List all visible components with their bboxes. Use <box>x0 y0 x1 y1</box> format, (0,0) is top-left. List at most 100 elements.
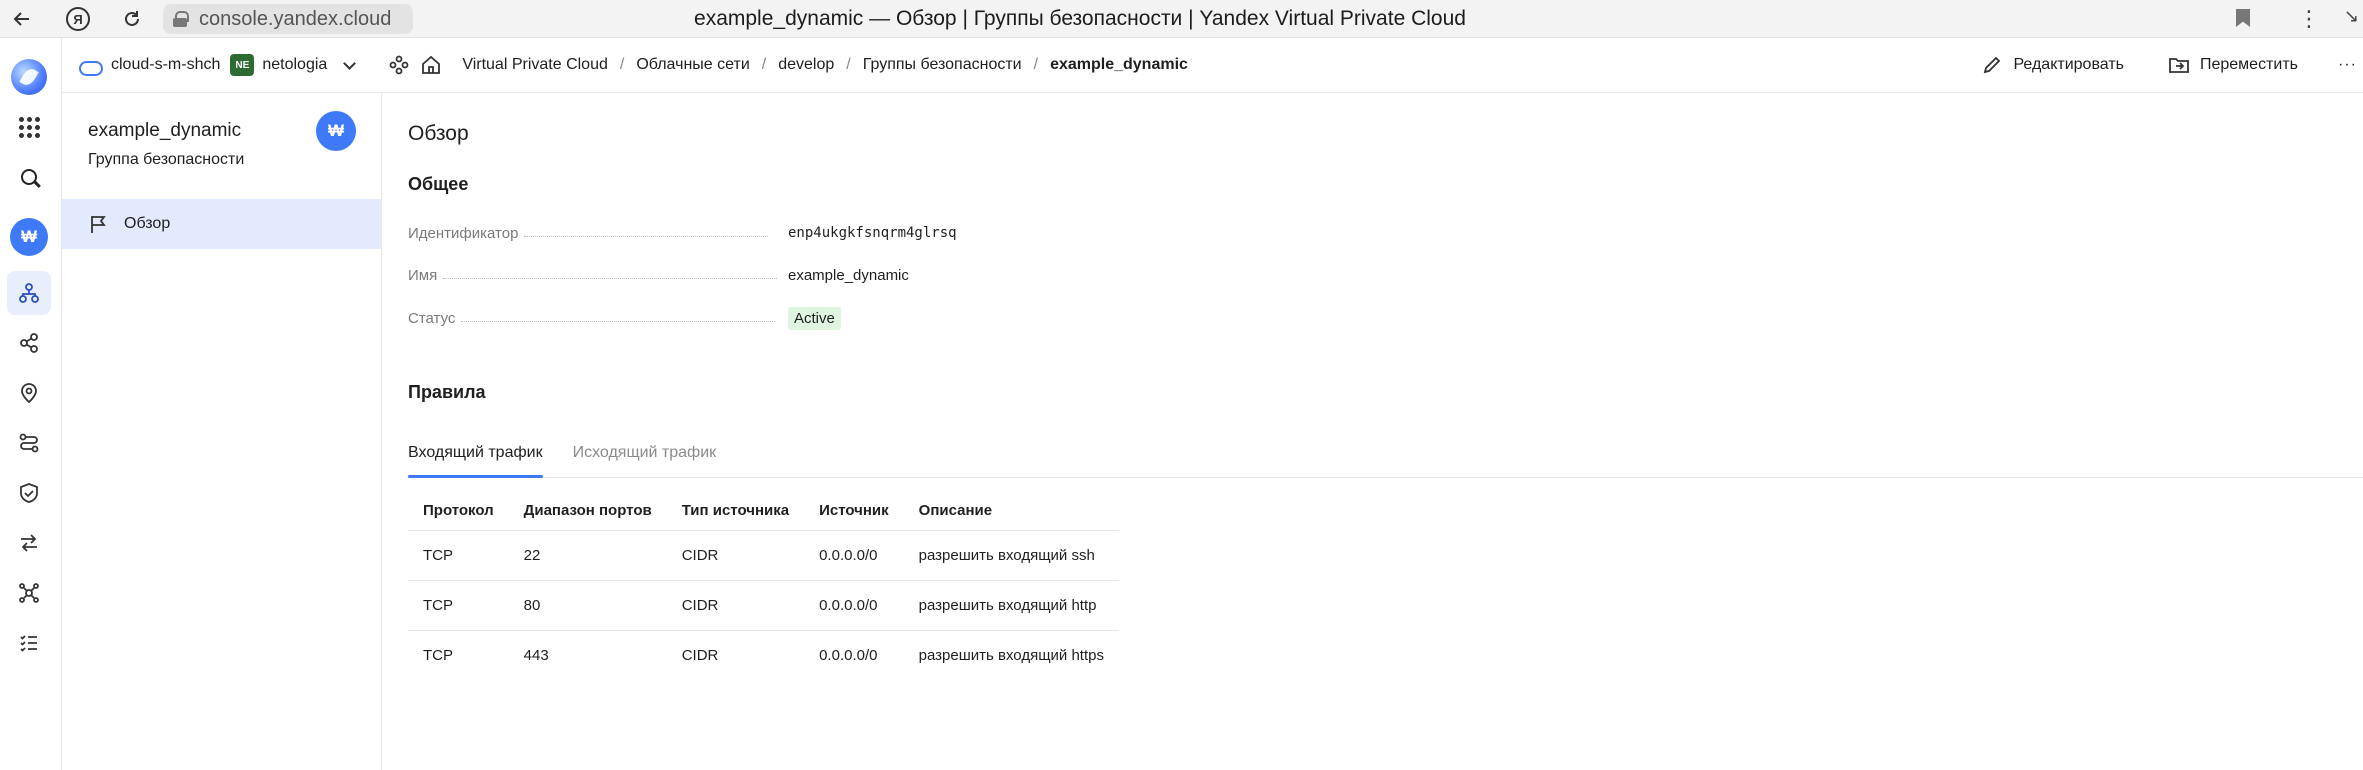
section-general-title: Общее <box>408 174 469 194</box>
field-name: Имя example_dynamic <box>408 263 1008 287</box>
bookmark-icon[interactable] <box>2236 9 2250 27</box>
table-row: TCP 22 CIDR 0.0.0.0/0 разрешить входящий… <box>408 530 1119 581</box>
field-status: Статус Active <box>408 306 1008 330</box>
pencil-icon <box>1981 54 2003 76</box>
breadcrumb-separator: / <box>1033 56 1039 73</box>
route-icon[interactable] <box>7 421 51 465</box>
breadcrumb: Virtual Private Cloud / Облачные сети / … <box>462 56 1188 74</box>
transfer-arrows-icon[interactable] <box>7 521 51 565</box>
resource-type: Группа безопасности <box>88 151 245 168</box>
sidebar-item-label: Обзор <box>124 215 171 232</box>
security-group-icon: ₩ <box>316 111 356 151</box>
column-header: Описание <box>903 492 1119 531</box>
status-badge: Active <box>788 306 841 330</box>
breadcrumb-separator: / <box>619 56 625 73</box>
address-bar[interactable]: console.yandex.cloud <box>163 4 413 34</box>
table-cell: 0.0.0.0/0 <box>804 530 904 581</box>
edit-button[interactable]: Редактировать <box>1981 54 2124 76</box>
console-header: cloud-s-m-shch NE netologia Virtual Priv… <box>62 38 2363 93</box>
table-cell: TCP <box>408 530 509 581</box>
leader-dots <box>443 277 778 279</box>
edit-button-label: Редактировать <box>2013 56 2124 73</box>
breadcrumb-current: example_dynamic <box>1050 56 1188 73</box>
page-title: Обзор <box>408 122 469 145</box>
table-cell: 80 <box>508 580 667 631</box>
rules-table: Протокол Диапазон портов Тип источника И… <box>408 492 1119 680</box>
security-group-service-icon[interactable]: ₩ <box>7 215 51 259</box>
field-id: Идентификатор enp4ukgkfsnqrm4glrsq <box>408 221 1008 245</box>
table-cell: TCP <box>423 646 453 664</box>
breadcrumb-item[interactable]: Группы безопасности <box>863 56 1022 74</box>
table-cell: 0.0.0.0/0 <box>804 580 904 631</box>
folder-name[interactable]: netologia <box>262 56 327 74</box>
browser-page-title: example_dynamic — Обзор | Группы безопас… <box>694 7 1466 30</box>
field-name-value: example_dynamic <box>788 266 909 284</box>
tab-egress[interactable]: Исходящий трафик <box>573 436 717 477</box>
resource-sidebar: example_dynamic Группа безопасности ₩ Об… <box>62 93 382 770</box>
field-id-value[interactable]: enp4ukgkfsnqrm4glrsq <box>788 225 957 241</box>
yandex-icon[interactable]: Я <box>66 7 90 31</box>
field-id-label: Идентификатор <box>408 224 519 242</box>
table-cell: CIDR <box>666 580 805 631</box>
breadcrumb-separator: / <box>761 56 767 73</box>
search-icon[interactable] <box>7 155 51 199</box>
leader-dots <box>461 320 776 322</box>
table-header-row: Протокол Диапазон портов Тип источника И… <box>408 492 1119 531</box>
all-services-grid-icon[interactable] <box>7 105 51 149</box>
lock-icon <box>173 11 189 27</box>
table-row: TCP 443 CIDR 0.0.0.0/0 разрешить входящи… <box>408 630 1119 680</box>
move-button[interactable]: Переместить <box>2168 54 2298 76</box>
network-hub-icon[interactable] <box>7 571 51 615</box>
breadcrumb-separator: / <box>846 56 851 73</box>
field-status-label: Статус <box>408 309 456 327</box>
url-text: console.yandex.cloud <box>199 7 392 30</box>
table-row: TCP 80 CIDR 0.0.0.0/0 разрешить входящий… <box>408 580 1119 631</box>
table-cell: 0.0.0.0/0 <box>819 646 878 664</box>
home-icon[interactable] <box>420 54 442 76</box>
resource-title: example_dynamic <box>88 120 242 141</box>
cloud-icon <box>79 58 103 76</box>
breadcrumb-item[interactable]: Virtual Private Cloud <box>462 56 608 74</box>
browser-menu-icon[interactable]: ⋮ <box>2298 6 2320 32</box>
move-folder-icon <box>2168 54 2190 76</box>
table-cell: разрешить входящий http <box>903 580 1119 631</box>
back-arrow-icon[interactable] <box>8 5 36 33</box>
column-header: Протокол <box>408 492 509 531</box>
leader-dots <box>524 235 769 237</box>
section-rules-title: Правила <box>408 382 486 402</box>
yandex-cloud-logo-icon[interactable] <box>7 55 51 99</box>
table-cell: CIDR <box>666 530 805 581</box>
networks-icon[interactable] <box>7 271 51 315</box>
column-header: Диапазон портов <box>508 492 667 531</box>
table-cell: разрешить входящий https <box>918 646 1104 664</box>
share-nodes-icon[interactable] <box>7 321 51 365</box>
chevron-down-icon[interactable] <box>343 56 357 70</box>
table-cell: 443 <box>523 646 549 664</box>
reload-icon[interactable] <box>118 5 146 33</box>
more-actions-icon[interactable]: ··· <box>2338 56 2357 74</box>
table-cell: CIDR <box>681 646 719 664</box>
sidebar-item-overview[interactable]: Обзор <box>62 199 381 249</box>
tab-ingress[interactable]: Входящий трафик <box>408 436 543 478</box>
cloud-name[interactable]: cloud-s-m-shch <box>111 56 220 74</box>
table-cell: 22 <box>508 530 667 581</box>
rules-tabs: Входящий трафик Исходящий трафик <box>408 436 2363 478</box>
column-header: Источник <box>804 492 904 531</box>
download-icon[interactable]: ↘ <box>2344 6 2359 27</box>
checklist-icon[interactable] <box>7 621 51 665</box>
field-name-label: Имя <box>408 266 438 284</box>
browser-toolbar: Я console.yandex.cloud example_dynamic —… <box>0 0 2363 38</box>
column-header: Тип источника <box>666 492 805 531</box>
table-cell: TCP <box>408 580 509 631</box>
breadcrumb-item[interactable]: develop <box>778 56 834 74</box>
main-content: Обзор Общее Идентификатор enp4ukgkfsnqrm… <box>383 93 2363 770</box>
table-cell: разрешить входящий ssh <box>903 530 1119 581</box>
location-pin-icon[interactable] <box>7 371 51 415</box>
flag-icon <box>88 213 110 235</box>
services-rail: ₩ <box>0 38 62 770</box>
breadcrumb-item[interactable]: Облачные сети <box>636 56 749 74</box>
move-button-label: Переместить <box>2199 56 2299 73</box>
shield-icon[interactable] <box>7 471 51 515</box>
folder-badge: NE <box>230 54 255 76</box>
services-hub-icon[interactable] <box>388 54 410 76</box>
